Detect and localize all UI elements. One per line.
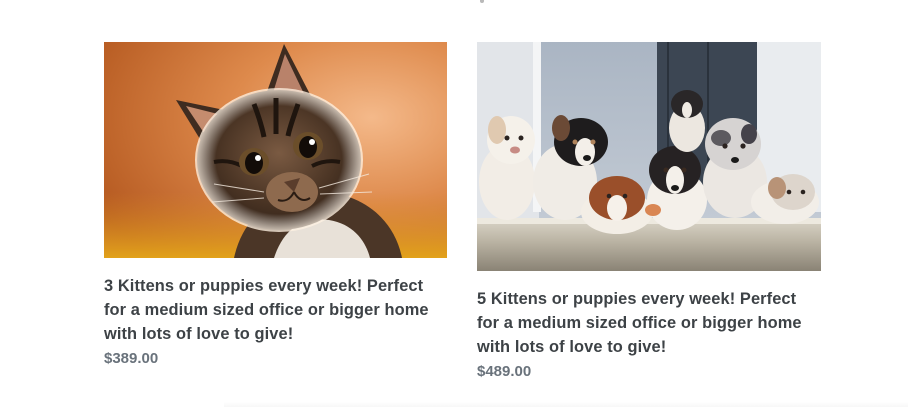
scroll-indicator: [480, 0, 484, 3]
product-image-kitten[interactable]: [104, 42, 447, 258]
product-image-puppies[interactable]: [477, 42, 821, 271]
section-divider: [224, 402, 908, 407]
product-card-3-pets[interactable]: 3 Kittens or puppies every week! Perfect…: [104, 42, 447, 371]
product-title[interactable]: 3 Kittens or puppies every week! Perfect…: [104, 274, 447, 346]
product-price: $489.00: [477, 363, 532, 380]
product-card-5-pets[interactable]: 5 Kittens or puppies every week! Perfect…: [477, 42, 821, 384]
product-price: $389.00: [104, 350, 159, 367]
puppies-photo: [477, 42, 821, 271]
kitten-photo: [104, 42, 447, 258]
product-title[interactable]: 5 Kittens or puppies every week! Perfect…: [477, 287, 821, 359]
